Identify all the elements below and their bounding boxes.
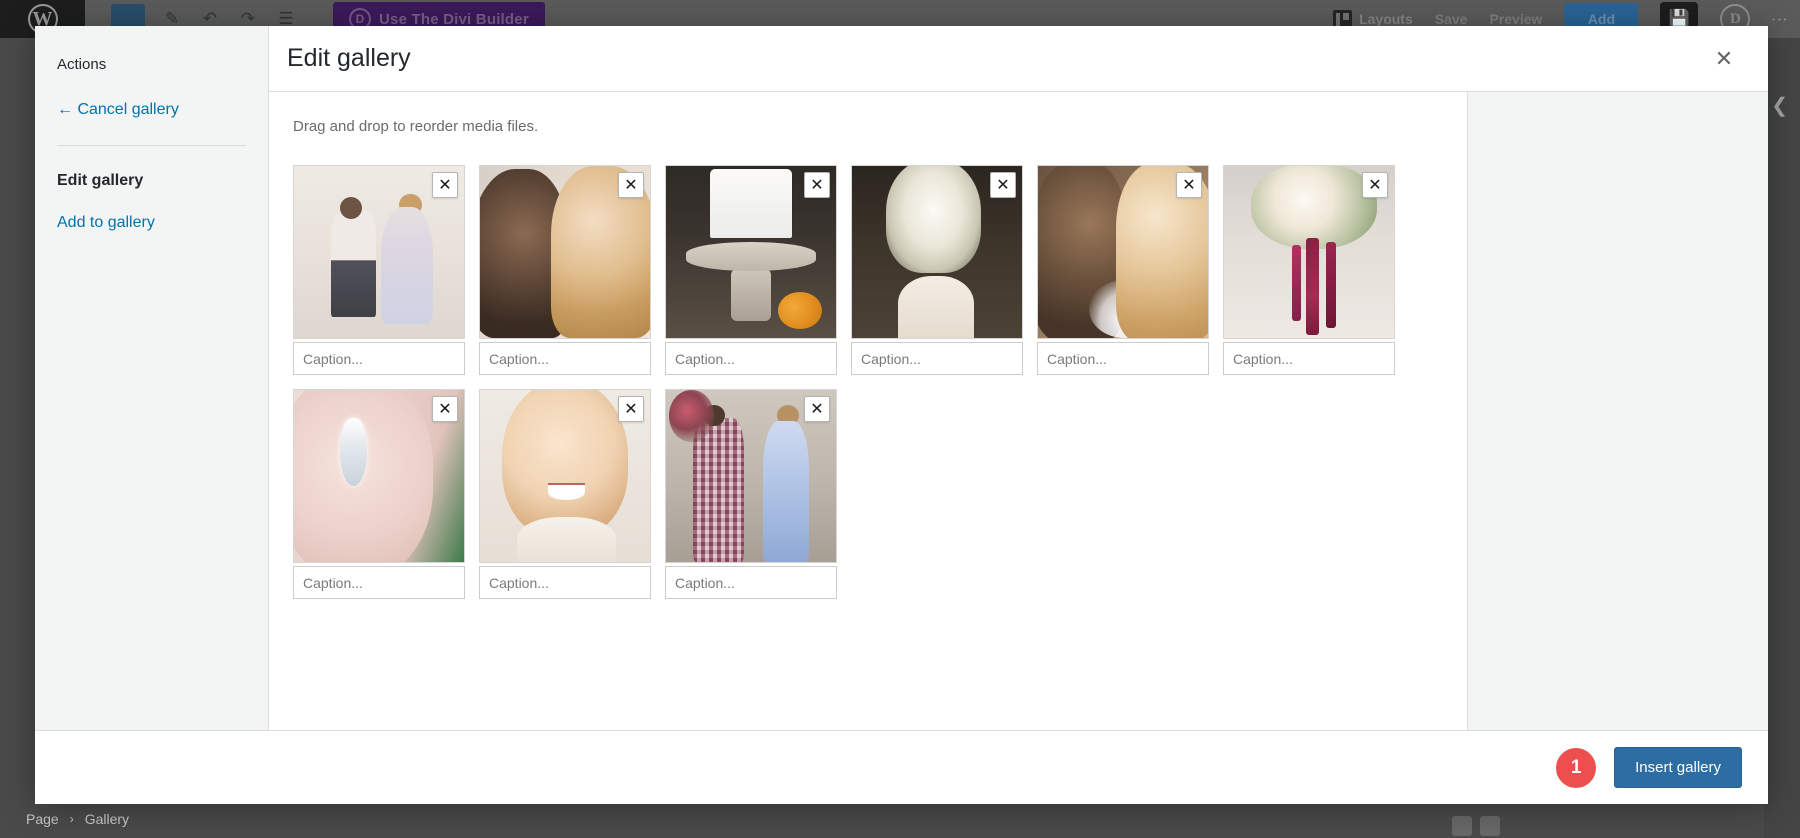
caption-input[interactable] [1037, 342, 1209, 375]
remove-image-icon[interactable]: ✕ [618, 396, 644, 422]
save-draft-label[interactable]: Save [1435, 11, 1468, 27]
breadcrumb-current[interactable]: Gallery [85, 811, 129, 827]
gallery-thumbnail[interactable]: ✕ [479, 165, 651, 339]
gallery-item[interactable]: ✕ [1223, 165, 1395, 375]
thumbnail-detail [548, 485, 585, 500]
remove-image-icon[interactable]: ✕ [804, 396, 830, 422]
remove-image-icon[interactable]: ✕ [1176, 172, 1202, 198]
breadcrumb-separator-icon: › [70, 812, 74, 826]
preview-label[interactable]: Preview [1489, 11, 1542, 27]
modal-content: Drag and drop to reorder media files. ✕✕… [269, 92, 1768, 730]
right-rail [1764, 38, 1800, 838]
thumbnail-detail [340, 197, 362, 219]
thumbnail-detail [669, 390, 713, 442]
modal-sidebar: Actions ← Cancel gallery Edit gallery Ad… [35, 26, 269, 730]
cancel-gallery-link[interactable]: ← Cancel gallery [57, 101, 246, 119]
remove-image-icon[interactable]: ✕ [432, 396, 458, 422]
more-options-icon[interactable]: ⋮ [1772, 11, 1786, 28]
thumbnail-detail [1292, 245, 1301, 321]
reorder-hint: Drag and drop to reorder media files. [293, 118, 1443, 135]
gallery-item[interactable]: ✕ [665, 165, 837, 375]
caption-input[interactable] [479, 566, 651, 599]
gallery-thumbnail[interactable]: ✕ [665, 389, 837, 563]
sidebar-divider [57, 145, 246, 146]
use-divi-builder-label: Use The Divi Builder [379, 11, 529, 28]
sidebar-section-title: Edit gallery [57, 172, 246, 190]
gallery-thumbnail[interactable]: ✕ [665, 165, 837, 339]
tool-icon-b[interactable] [1480, 816, 1500, 836]
gallery-settings-pane [1468, 92, 1768, 730]
sidebar-heading: Actions [57, 56, 246, 73]
gallery-thumbnail[interactable]: ✕ [1037, 165, 1209, 339]
gallery-item[interactable]: ✕ [293, 389, 465, 599]
modal-footer: 1 Insert gallery [35, 730, 1768, 804]
breadcrumb: Page › Gallery [26, 811, 129, 827]
add-to-gallery-link[interactable]: Add to gallery [57, 214, 246, 232]
gallery-thumbnail[interactable]: ✕ [1223, 165, 1395, 339]
remove-image-icon[interactable]: ✕ [1362, 172, 1388, 198]
gallery-thumbnail[interactable]: ✕ [293, 165, 465, 339]
step-badge: 1 [1556, 748, 1596, 788]
caption-input[interactable] [665, 342, 837, 375]
thumbnail-detail [1326, 242, 1336, 328]
remove-image-icon[interactable]: ✕ [618, 172, 644, 198]
caption-input[interactable] [293, 566, 465, 599]
caption-input[interactable] [665, 566, 837, 599]
thumbnail-detail [399, 194, 421, 216]
gallery-item[interactable]: ✕ [293, 165, 465, 375]
gallery-item[interactable]: ✕ [479, 389, 651, 599]
layouts-label: Layouts [1359, 11, 1413, 27]
thumbnail-detail [778, 292, 822, 330]
gallery-item[interactable]: ✕ [1037, 165, 1209, 375]
modal-center-column: Edit gallery ✕ Drag and drop to reorder … [269, 26, 1768, 730]
insert-gallery-button[interactable]: Insert gallery [1614, 747, 1742, 788]
gallery-item[interactable]: ✕ [479, 165, 651, 375]
modal-title: Edit gallery [287, 44, 411, 73]
modal-header: Edit gallery ✕ [269, 26, 1768, 92]
caption-input[interactable] [479, 342, 651, 375]
gallery-thumbnail[interactable]: ✕ [851, 165, 1023, 339]
caption-input[interactable] [851, 342, 1023, 375]
bottom-toolbar-icons [1452, 816, 1500, 836]
caption-input[interactable] [1223, 342, 1395, 375]
remove-image-icon[interactable]: ✕ [990, 172, 1016, 198]
modal-body: Actions ← Cancel gallery Edit gallery Ad… [35, 26, 1768, 730]
tool-icon-a[interactable] [1452, 816, 1472, 836]
gallery-item[interactable]: ✕ [665, 389, 837, 599]
collapse-panel-icon[interactable]: ❮ [1771, 93, 1788, 118]
close-icon[interactable]: ✕ [1702, 37, 1746, 81]
thumbnail-detail [777, 405, 799, 426]
remove-image-icon[interactable]: ✕ [804, 172, 830, 198]
edit-gallery-modal: Actions ← Cancel gallery Edit gallery Ad… [35, 26, 1768, 804]
caption-input[interactable] [293, 342, 465, 375]
gallery-grid[interactable]: ✕ ✕ ✕ ✕ ✕ ✕ ✕ ✕ ✕ [293, 165, 1443, 599]
remove-image-icon[interactable]: ✕ [432, 172, 458, 198]
breadcrumb-root[interactable]: Page [26, 811, 59, 827]
gallery-item[interactable]: ✕ [851, 165, 1023, 375]
thumbnail-detail [731, 269, 772, 321]
thumbnail-detail [1089, 280, 1160, 338]
gallery-pane: Drag and drop to reorder media files. ✕✕… [269, 92, 1468, 730]
gallery-thumbnail[interactable]: ✕ [479, 389, 651, 563]
gallery-thumbnail[interactable]: ✕ [293, 389, 465, 563]
